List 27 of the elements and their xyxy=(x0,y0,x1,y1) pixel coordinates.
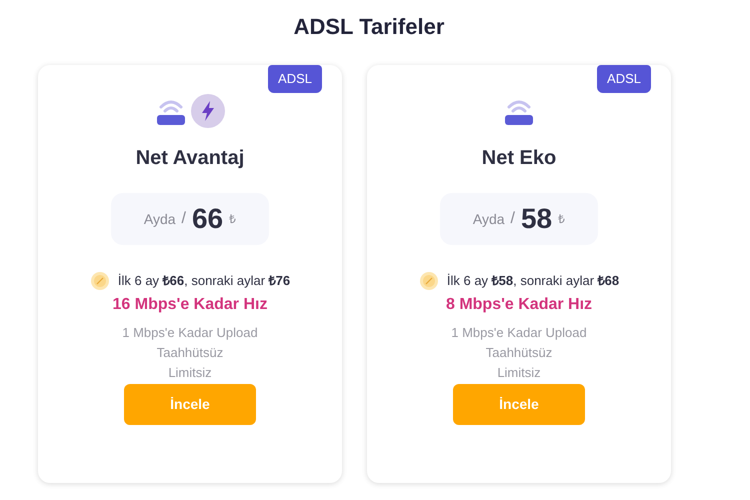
speed-label: 16 Mbps'e Kadar Hız xyxy=(112,295,268,315)
currency-symbol: ₺ xyxy=(229,211,236,228)
speed-label: 8 Mbps'e Kadar Hız xyxy=(446,295,592,315)
feature-text: Taahhütsüz xyxy=(486,344,552,362)
feature-text: 1 Mbps'e Kadar Upload xyxy=(122,324,258,342)
page-title: ADSL Tarifeler xyxy=(292,13,446,41)
promo-text: İlk 6 ay ₺66, sonraki aylar ₺76 xyxy=(118,272,290,290)
period-label: Ayda xyxy=(144,210,176,229)
promo-text: İlk 6 ay ₺58, sonraki aylar ₺68 xyxy=(446,272,620,290)
details-button[interactable]: İncele xyxy=(453,384,585,425)
feature-text: Limitsiz xyxy=(497,364,541,382)
badge-icon xyxy=(418,271,439,291)
price-amount: 66 xyxy=(192,202,224,236)
adsl-badge: ADSL xyxy=(268,65,322,92)
feature-text: Taahhütsüz xyxy=(156,344,224,362)
price-amount: 58 xyxy=(520,202,552,236)
plan-name: Net Eko xyxy=(482,146,556,171)
period-label: Ayda xyxy=(472,210,505,229)
feature-text: Limitsiz xyxy=(168,364,212,382)
details-button[interactable]: İncele xyxy=(124,384,256,425)
plan-name: Net Avantaj xyxy=(136,146,244,171)
currency-symbol: ₺ xyxy=(558,211,566,228)
badge-icon xyxy=(90,271,110,291)
price-separator: / xyxy=(510,209,515,229)
adsl-badge: ADSL xyxy=(597,65,651,92)
price-separator: / xyxy=(182,209,186,229)
feature-text: 1 Mbps'e Kadar Upload xyxy=(451,324,587,342)
